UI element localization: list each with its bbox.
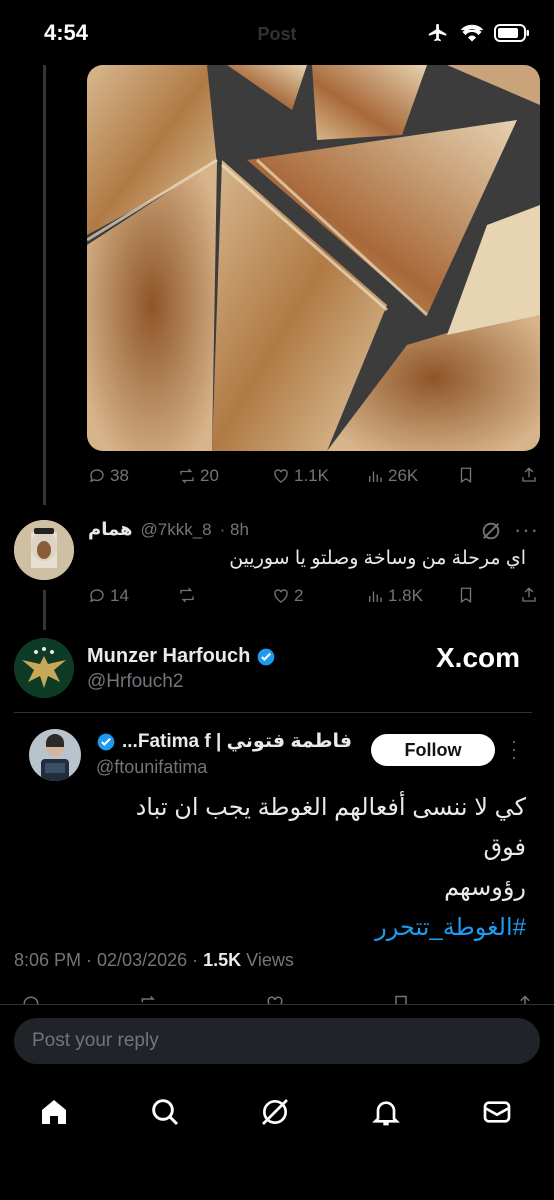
- wifi-icon: [460, 24, 484, 42]
- share-icon: [522, 467, 536, 482]
- share-action[interactable]: [520, 586, 538, 604]
- heart-icon: [274, 469, 288, 483]
- more-options-icon[interactable]: ···: [514, 517, 539, 543]
- bookmark-icon: [460, 587, 472, 604]
- reporter-avatar: [29, 729, 81, 781]
- reply-actions: 14 2 1.8K: [0, 582, 554, 612]
- reply-icon: [89, 589, 104, 603]
- main-author-name[interactable]: Munzer Harfouch: [87, 645, 250, 668]
- share-action[interactable]: [520, 466, 538, 484]
- status-time: 4:54: [44, 20, 89, 45]
- share-icon: [522, 587, 536, 602]
- embed-avatar[interactable]: [29, 729, 81, 781]
- views-icon: [369, 471, 382, 482]
- embed-more-icon[interactable]: · · ·: [509, 732, 519, 766]
- xcom-watermark: X.com: [436, 642, 521, 673]
- post-timestamp: 8:06 PM · 02/03/2026 · 1.5K Views: [14, 950, 294, 971]
- view-count: 1.8K: [388, 586, 423, 605]
- reply-avatar[interactable]: [14, 520, 74, 580]
- views-icon: [369, 591, 382, 602]
- search-icon[interactable]: [149, 1096, 181, 1128]
- verified-badge-icon: [97, 733, 115, 750]
- reply-time: · 8h: [219, 519, 249, 539]
- embed-author-handle[interactable]: @ftounifatima: [96, 757, 207, 778]
- repost-count: 20: [200, 466, 219, 485]
- main-avatar[interactable]: [14, 638, 74, 698]
- embed-hashtag[interactable]: #الغوطة_تتحرر: [96, 908, 526, 948]
- thread-line-main: [43, 590, 46, 630]
- view-count: 26K: [388, 466, 419, 485]
- post-image[interactable]: [87, 65, 540, 451]
- share-icon[interactable]: [512, 994, 538, 1004]
- reply-icon: [89, 469, 104, 483]
- thread-line: [43, 65, 46, 505]
- views-count: 1.5K: [203, 950, 242, 970]
- battery-icon: [494, 24, 529, 42]
- bookmark-action[interactable]: [457, 466, 475, 484]
- reply-action[interactable]: 38: [88, 466, 129, 486]
- views-action[interactable]: 1.8K: [366, 586, 423, 606]
- embed-text-line2: رؤوسهم: [444, 874, 526, 901]
- timestamp-text: 8:06 PM · 02/03/2026 ·: [14, 950, 204, 970]
- repost-action[interactable]: [178, 586, 196, 604]
- like-action[interactable]: 2: [272, 586, 303, 606]
- views-action[interactable]: 26K: [366, 466, 418, 486]
- reply-action[interactable]: 14: [88, 586, 129, 606]
- airplane-icon: [428, 23, 447, 42]
- heart-icon[interactable]: [262, 994, 288, 1004]
- reply-handle[interactable]: @7kkk_8: [141, 520, 212, 540]
- main-author: Munzer Harfouch: [87, 645, 276, 668]
- verified-badge-icon: [258, 648, 275, 665]
- like-count: 1.1K: [294, 466, 329, 485]
- reply-count: 38: [110, 466, 129, 485]
- home-icon[interactable]: [38, 1096, 70, 1128]
- reply-input[interactable]: Post your reply: [14, 1018, 540, 1064]
- main-author-handle[interactable]: @Hrfouch2: [87, 671, 183, 693]
- views-label: Views: [241, 950, 294, 970]
- reply-text: اي مرحلة من وساخة وصلتو يا سوريين: [229, 548, 526, 569]
- like-count: 2: [294, 586, 304, 605]
- messages-icon[interactable]: [481, 1096, 513, 1128]
- like-action[interactable]: 1.1K: [272, 466, 329, 486]
- main-actions-partial: [0, 994, 554, 1004]
- repost-icon[interactable]: [136, 994, 162, 1004]
- grok-icon[interactable]: [259, 1096, 291, 1128]
- embed-text: كي لا ننسى أفعالهم الغوطة يجب ان تباد فو…: [96, 788, 526, 948]
- bookmark-action[interactable]: [457, 586, 475, 604]
- bottom-nav: [0, 1078, 554, 1200]
- status-icons: [426, 22, 530, 44]
- embed-author-name[interactable]: فاطمة فتوني | Fatima f...: [122, 730, 352, 753]
- repost-icon: [180, 587, 194, 603]
- embed-text-line1: كي لا ننسى أفعالهم الغوطة يجب ان تباد فو…: [135, 794, 526, 861]
- reply-author-name[interactable]: همام: [88, 519, 133, 540]
- pastry-photo: [87, 65, 540, 451]
- eagle-emblem-avatar: [14, 638, 74, 698]
- avatar-image: [14, 520, 74, 580]
- bookmark-icon[interactable]: [388, 994, 414, 1004]
- heart-icon: [274, 589, 288, 603]
- repost-action[interactable]: 20: [178, 466, 219, 486]
- divider: [14, 712, 532, 713]
- embed-author: فاطمة فتوني | Fatima f...: [96, 730, 352, 753]
- notifications-icon[interactable]: [370, 1096, 402, 1128]
- grok-icon-reply[interactable]: [480, 520, 502, 547]
- reply-count: 14: [110, 586, 129, 605]
- repost-icon: [180, 468, 194, 484]
- follow-button[interactable]: Follow: [371, 734, 495, 766]
- parent-actions: 38 20 1.1K 26K: [0, 462, 554, 492]
- reply-icon[interactable]: [18, 994, 44, 1004]
- bookmark-icon: [460, 467, 472, 484]
- reply-header: همام @7kkk_8 · 8h: [88, 519, 249, 540]
